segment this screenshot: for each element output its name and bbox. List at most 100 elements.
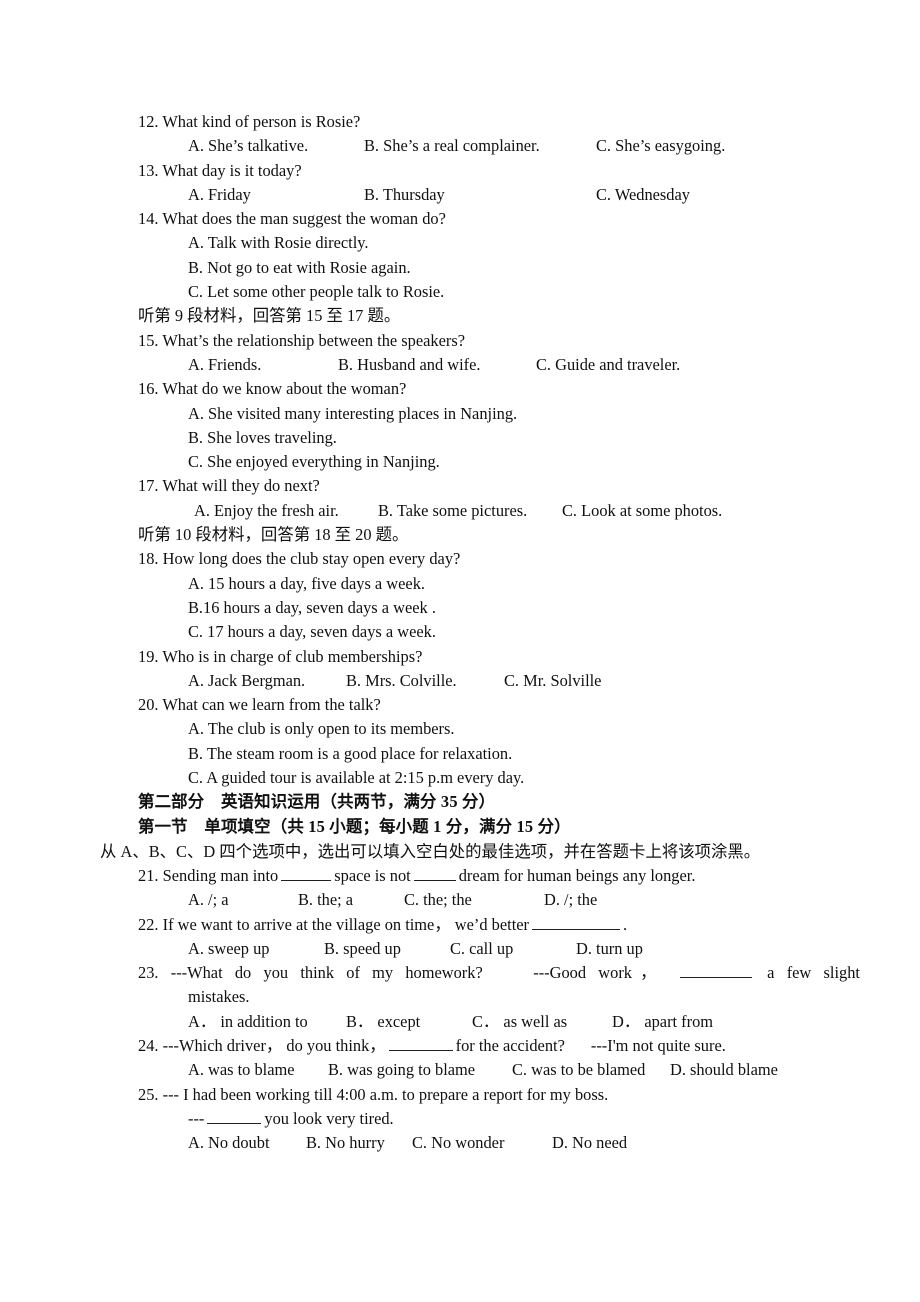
option-row-17: A. Enjoy the fresh air. B. Take some pict… <box>60 499 860 523</box>
question-text-21-b: space is not <box>334 865 411 885</box>
answer-blank-25[interactable] <box>207 1109 262 1124</box>
option-25-d[interactable]: D. No need <box>552 1133 627 1152</box>
option-24-d[interactable]: D. should blame <box>670 1060 778 1079</box>
option-row-13: A. Friday B. Thursday C. Wednesday <box>60 183 860 207</box>
option-21-b[interactable]: B. the; a <box>298 888 404 912</box>
part-two-heading: 第二部分 英语知识运用（共两节，满分 35 分） <box>138 792 496 812</box>
question-number-14: 14. <box>138 209 159 229</box>
section-one-instruction: 从 A、B、C、D 四个选项中，选出可以填入空白处的最佳选项，并在答题卡上将该项… <box>100 841 761 861</box>
option-21-c[interactable]: C. the; the <box>404 888 544 912</box>
option-25-b[interactable]: B. No hurry <box>306 1131 412 1155</box>
reply-dashes-25: --- <box>188 1108 205 1128</box>
option-18-b[interactable]: B.16 hours a day, seven days a week . <box>60 596 860 620</box>
question-stem-19: 19. Who is in charge of club memberships… <box>60 645 860 669</box>
option-17-c[interactable]: C. Look at some photos. <box>562 501 722 520</box>
listening-material-9-instruction: 听第 9 段材料，回答第 15 至 17 题。 <box>138 306 401 326</box>
question-text-19: Who is in charge of club memberships? <box>162 646 423 666</box>
answer-blank-21-2[interactable] <box>413 866 456 881</box>
option-25-c[interactable]: C. No wonder <box>412 1131 552 1155</box>
option-18-a[interactable]: A. 15 hours a day, five days a week. <box>60 572 860 596</box>
listening-material-10-instruction: 听第 10 段材料，回答第 18 至 20 题。 <box>138 525 409 545</box>
option-24-a[interactable]: A. was to blame <box>188 1058 328 1082</box>
option-14-c[interactable]: C. Let some other people talk to Rosie. <box>60 280 860 304</box>
question-text-14: What does the man suggest the woman do? <box>162 209 446 229</box>
option-23-a[interactable]: A． in addition to <box>188 1010 346 1034</box>
question-number-13: 13. <box>138 160 159 180</box>
section-one-heading: 第一节 单项填空（共 15 小题；每小题 1 分，满分 15 分） <box>138 816 571 836</box>
option-row-21: A. /; a B. the; a C. the; the D. /; the <box>60 888 860 912</box>
option-12-c[interactable]: C. She’s easygoing. <box>596 136 725 155</box>
question-text-25-a: --- I had been working till 4:00 a.m. to… <box>162 1084 609 1104</box>
question-text-23-b: ---Good work， <box>533 963 665 983</box>
option-17-a[interactable]: A. Enjoy the fresh air. <box>194 499 378 523</box>
option-22-d[interactable]: D. turn up <box>576 939 643 958</box>
answer-blank-21-1[interactable] <box>281 866 332 881</box>
question-number-21: 21. <box>138 865 159 885</box>
option-19-c[interactable]: C. Mr. Solville <box>504 671 601 690</box>
option-12-a[interactable]: A. She’s talkative. <box>188 134 364 158</box>
option-row-15: A. Friends. B. Husband and wife. C. Guide … <box>60 353 860 377</box>
exam-page: 12. What kind of person is Rosie? A. She… <box>0 0 920 1302</box>
question-number-16: 16. <box>138 379 159 399</box>
option-23-d[interactable]: D． apart from <box>612 1012 713 1031</box>
question-stem-20: 20. What can we learn from the talk? <box>60 693 860 717</box>
option-15-a[interactable]: A. Friends. <box>188 353 338 377</box>
option-21-d[interactable]: D. /; the <box>544 890 597 909</box>
option-row-22: A. sweep up B. speed up C. call up D. turn … <box>60 937 860 961</box>
answer-blank-23[interactable] <box>679 963 752 979</box>
question-stem-22: 22. If we want to arrive at the village … <box>60 913 860 937</box>
option-16-a[interactable]: A. She visited many interesting places i… <box>60 402 860 426</box>
question-number-17: 17. <box>138 476 159 496</box>
question-stem-14: 14. What does the man suggest the woman … <box>60 207 860 231</box>
option-13-b[interactable]: B. Thursday <box>364 183 596 207</box>
option-16-b[interactable]: B. She loves traveling. <box>60 426 860 450</box>
option-25-a[interactable]: A. No doubt <box>188 1131 306 1155</box>
question-stem-23: 23. ---What do you think of my homework?… <box>60 961 860 985</box>
option-15-b[interactable]: B. Husband and wife. <box>338 353 536 377</box>
option-22-b[interactable]: B. speed up <box>324 937 450 961</box>
option-20-b[interactable]: B. The steam room is a good place for re… <box>60 742 860 766</box>
option-row-12: A. She’s talkative. B. She’s a real compl… <box>60 134 860 158</box>
option-14-b[interactable]: B. Not go to eat with Rosie again. <box>60 256 860 280</box>
option-19-b[interactable]: B. Mrs. Colville. <box>346 669 504 693</box>
question-text-18: How long does the club stay open every d… <box>162 549 461 569</box>
option-20-c[interactable]: C. A guided tour is available at 2:15 p.… <box>60 766 860 790</box>
answer-blank-24[interactable] <box>388 1036 453 1051</box>
option-21-a[interactable]: A. /; a <box>188 888 298 912</box>
option-24-c[interactable]: C. was to be blamed <box>512 1058 670 1082</box>
option-23-c[interactable]: C． as well as <box>472 1010 612 1034</box>
option-15-c[interactable]: C. Guide and traveler. <box>536 355 680 374</box>
option-13-a[interactable]: A. Friday <box>188 183 364 207</box>
question-text-22-a: If we want to arrive at the village on t… <box>162 914 529 934</box>
option-22-a[interactable]: A. sweep up <box>188 937 324 961</box>
question-text-21-c: dream for human beings any longer. <box>458 865 696 885</box>
question-stem-12: 12. What kind of person is Rosie? <box>60 110 860 134</box>
question-text-13: What day is it today? <box>162 160 302 180</box>
question-stem-17: 17. What will they do next? <box>60 474 860 498</box>
option-17-b[interactable]: B. Take some pictures. <box>378 499 562 523</box>
option-19-a[interactable]: A. Jack Bergman. <box>188 669 346 693</box>
option-22-c[interactable]: C. call up <box>450 937 576 961</box>
option-13-c[interactable]: C. Wednesday <box>596 185 690 204</box>
question-text-17: What will they do next? <box>162 476 320 496</box>
option-23-b[interactable]: B． except <box>346 1010 472 1034</box>
question-text-24-c: ---I'm not quite sure. <box>590 1035 726 1055</box>
question-text-22-b: . <box>622 914 628 934</box>
question-number-22: 22. <box>138 914 159 934</box>
option-24-b[interactable]: B. was going to blame <box>328 1058 512 1082</box>
option-12-b[interactable]: B. She’s a real complainer. <box>364 134 596 158</box>
option-row-19: A. Jack Bergman. B. Mrs. Colville. C. Mr. … <box>60 669 860 693</box>
question-text-12: What kind of person is Rosie? <box>162 112 361 131</box>
option-14-a[interactable]: A. Talk with Rosie directly. <box>60 231 860 255</box>
option-16-c[interactable]: C. She enjoyed everything in Nanjing. <box>60 450 860 474</box>
question-text-23-a: ---What do you think of my homework? <box>170 963 483 983</box>
question-text-15: What’s the relationship between the spea… <box>162 330 465 350</box>
question-number-23: 23. <box>138 963 159 983</box>
option-18-c[interactable]: C. 17 hours a day, seven days a week. <box>60 620 860 644</box>
option-20-a[interactable]: A. The club is only open to its members. <box>60 717 860 741</box>
answer-blank-22[interactable] <box>531 915 620 930</box>
document-body: 12. What kind of person is Rosie? A. She… <box>60 110 860 1155</box>
question-number-25: 25. <box>138 1084 159 1104</box>
question-stem-15: 15. What’s the relationship between the … <box>60 329 860 353</box>
question-text-24-a: ---Which driver， do you think， <box>162 1035 386 1055</box>
